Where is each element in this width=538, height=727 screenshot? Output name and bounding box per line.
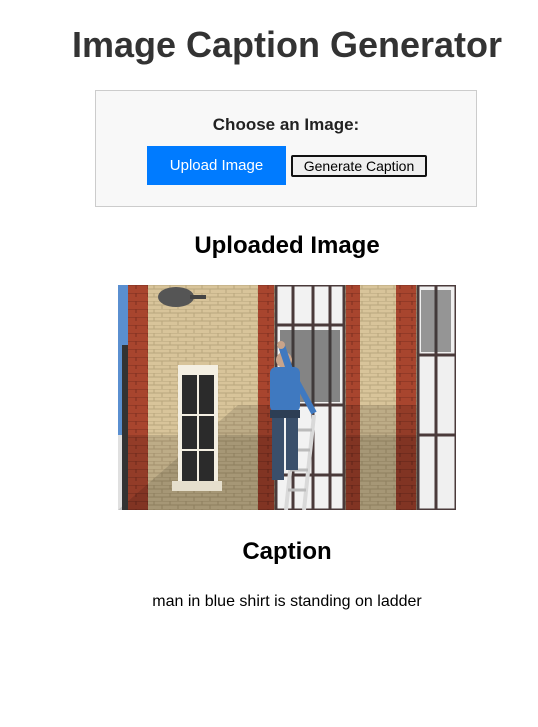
page-title: Image Caption Generator — [71, 24, 503, 65]
upload-panel: Choose an Image: Upload Image Generate C… — [95, 90, 477, 207]
caption-heading: Caption — [242, 538, 332, 565]
upload-image-button[interactable]: Upload Image — [147, 146, 286, 185]
generate-caption-button[interactable]: Generate Caption — [291, 155, 427, 177]
caption-text: man in blue shirt is standing on ladder — [152, 593, 422, 610]
uploaded-image — [118, 285, 456, 510]
uploaded-image-heading: Uploaded Image — [194, 232, 380, 259]
choose-image-label: Choose an Image: — [212, 115, 360, 134]
